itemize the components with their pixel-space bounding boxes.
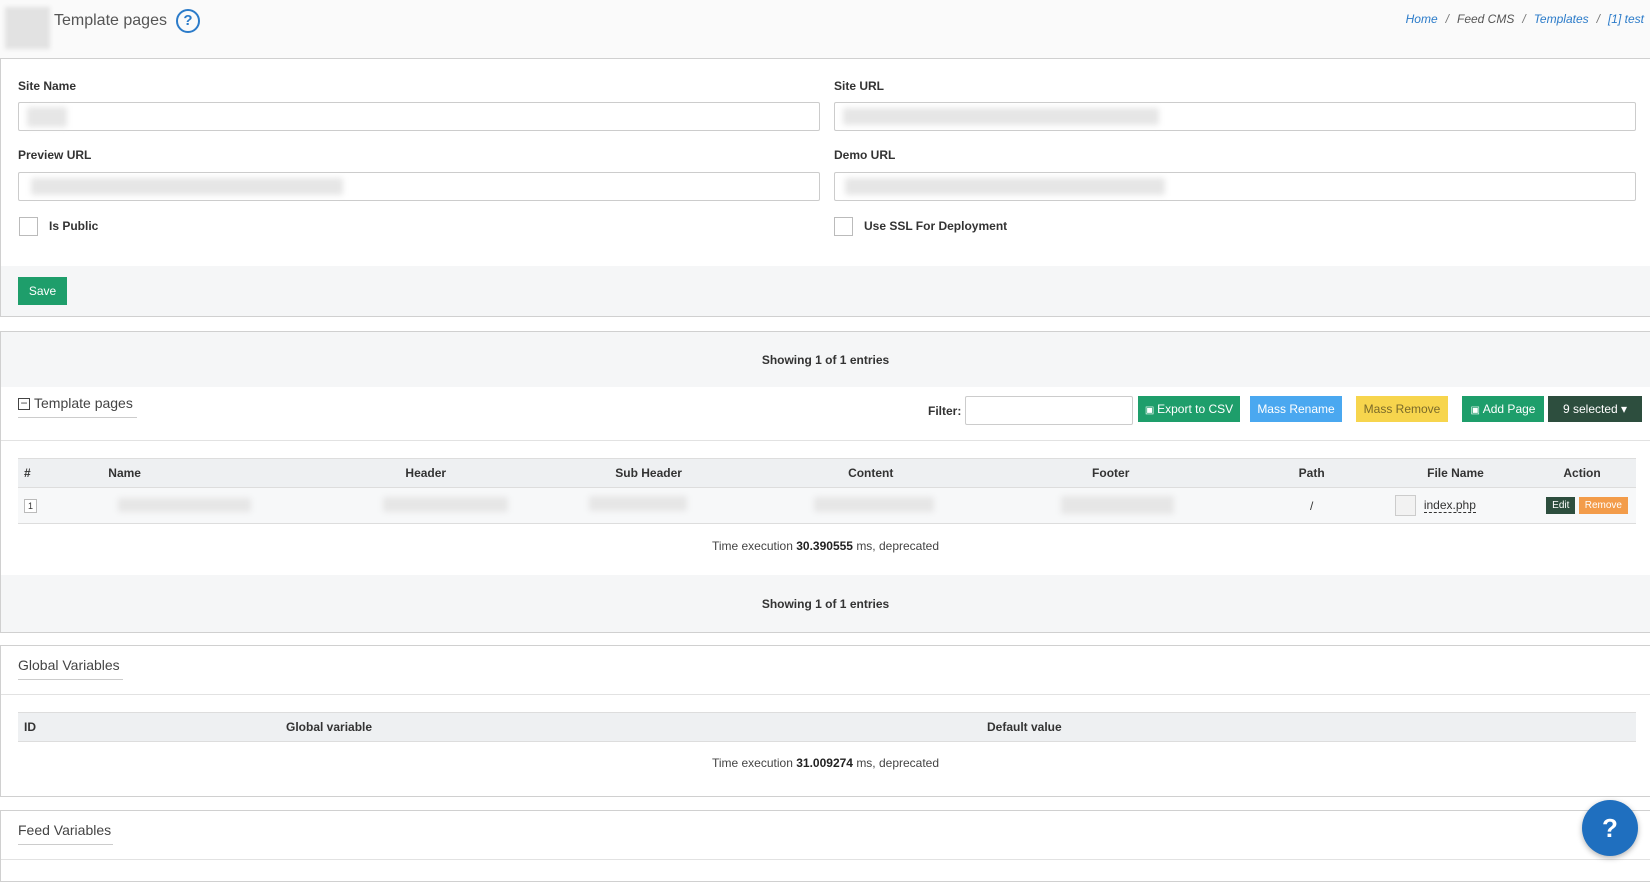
save-button[interactable]: Save (18, 277, 67, 305)
edit-button[interactable]: Edit (1546, 497, 1576, 514)
global-variables-table: ID Global variable Default value (18, 712, 1636, 742)
add-file-icon: ▣ (1470, 405, 1483, 416)
filter-label: Filter: (928, 404, 962, 418)
table-header-row: ID Global variable Default value (18, 712, 1636, 742)
cell-path: / (1240, 487, 1383, 524)
template-pages-table: # Name Header Sub Header Content Footer … (18, 458, 1636, 524)
col-global-variable[interactable]: Global variable (285, 712, 987, 742)
breadcrumb-templates[interactable]: Templates (1534, 12, 1589, 26)
template-pages-title[interactable]: − Template pages (18, 395, 137, 418)
table-row: 1 / index.php Edit Remove (18, 487, 1636, 524)
cell-footer (980, 487, 1241, 524)
site-settings-panel: Site Name Site URL Preview URL Demo URL … (0, 58, 1650, 317)
divider (1, 859, 1650, 860)
site-url-input[interactable] (834, 102, 1636, 131)
use-ssl-label: Use SSL For Deployment (864, 219, 1008, 233)
global-variables-title: Global Variables (18, 657, 123, 680)
cell-file-name: index.php (1382, 487, 1529, 524)
help-icon[interactable]: ? (176, 9, 200, 33)
is-public-label: Is Public (49, 219, 99, 233)
breadcrumb-current-template[interactable]: [1] test (1608, 12, 1644, 26)
selected-columns-dropdown[interactable]: 9 selected ▾ (1548, 396, 1642, 422)
add-page-button[interactable]: ▣ Add Page (1462, 396, 1544, 422)
row-index: 1 (24, 499, 38, 513)
demo-url-label: Demo URL (834, 148, 896, 162)
col-sub-header[interactable]: Sub Header (536, 458, 761, 488)
showing-entries-bottom: Showing 1 of 1 entries (761, 597, 890, 611)
filter-input[interactable] (965, 396, 1133, 425)
showing-entries-top: Showing 1 of 1 entries (761, 353, 890, 367)
cell-sub-header (536, 487, 761, 524)
col-index[interactable]: # (18, 458, 47, 488)
table-header-row: # Name Header Sub Header Content Footer … (18, 458, 1636, 488)
col-id[interactable]: ID (18, 712, 285, 742)
cell-content (760, 487, 981, 524)
time-execution-globals: Time execution 31.009274 ms, deprecated (711, 756, 940, 770)
mass-rename-button[interactable]: Mass Rename (1250, 396, 1342, 422)
breadcrumb-feed-cms: Feed CMS (1457, 12, 1515, 26)
demo-url-input[interactable] (834, 172, 1636, 201)
divider (1, 440, 1650, 441)
use-ssl-checkbox[interactable] (834, 217, 853, 236)
template-pages-panel: Showing 1 of 1 entries − Template pages F… (0, 331, 1650, 633)
col-file-name[interactable]: File Name (1382, 458, 1529, 488)
is-public-checkbox[interactable] (19, 217, 38, 236)
site-logo (5, 7, 50, 49)
col-name[interactable]: Name (46, 458, 315, 488)
file-checkbox[interactable] (1394, 495, 1416, 516)
breadcrumb-home[interactable]: Home (1406, 12, 1438, 26)
col-path[interactable]: Path (1240, 458, 1383, 488)
mass-remove-button[interactable]: Mass Remove (1356, 396, 1448, 422)
chat-help-icon[interactable]: ? (1582, 800, 1638, 856)
template-pages-title-text: Template pages (34, 395, 133, 411)
file-name-link[interactable]: index.php (1423, 497, 1476, 513)
remove-button[interactable]: Remove (1578, 497, 1628, 514)
col-default-value[interactable]: Default value (987, 712, 1636, 742)
col-content[interactable]: Content (760, 458, 981, 488)
breadcrumb: Home / Feed CMS / Templates / [1] test (1405, 12, 1644, 26)
cell-header (314, 487, 537, 524)
global-variables-panel: Global Variables ID Global variable Defa… (0, 645, 1650, 797)
form-footer (1, 266, 1650, 316)
exec-value: 30.390555 (796, 539, 853, 553)
top-header: Template pages ? Home / Feed CMS / Templates… (0, 0, 1650, 59)
preview-url-input[interactable] (18, 172, 820, 201)
site-url-label: Site URL (834, 79, 885, 93)
preview-url-label: Preview URL (18, 148, 92, 162)
cell-action: Edit Remove (1528, 487, 1636, 524)
exec-value: 31.009274 (796, 756, 853, 770)
collapse-icon[interactable]: − (18, 397, 30, 410)
feed-variables-panel: Feed Variables (0, 810, 1650, 882)
site-name-label: Site Name (18, 79, 77, 93)
feed-variables-title: Feed Variables (18, 822, 113, 845)
col-header[interactable]: Header (314, 458, 537, 488)
file-icon: ▣ (1144, 405, 1158, 416)
export-csv-button[interactable]: ▣ Export to CSV (1138, 396, 1240, 422)
page-title: Template pages (54, 12, 167, 29)
divider (1, 694, 1650, 695)
site-name-input[interactable] (18, 102, 820, 131)
cell-name (46, 487, 315, 524)
time-execution-pages: Time execution 30.390555 ms, deprecated (711, 539, 940, 553)
col-action: Action (1528, 458, 1636, 488)
col-footer[interactable]: Footer (980, 458, 1241, 488)
